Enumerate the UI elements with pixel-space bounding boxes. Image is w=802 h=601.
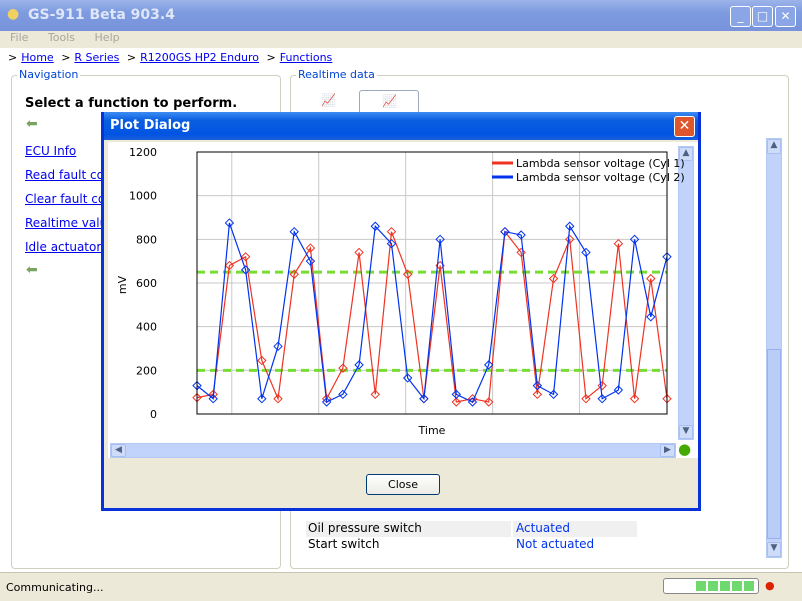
y-tick-label: 600 [136,277,157,290]
y-tick-label: 0 [150,408,157,421]
x-axis-label: Time [418,424,446,437]
lambda-chart: 0 200 400 600 800 1000 1200 Lambda sensor volta… [116,146,685,437]
y-tick-label: 800 [136,233,157,246]
legend-label: Lambda sensor voltage (Cyl 2) [516,171,685,184]
y-tick-label: 1000 [129,190,157,203]
y-tick-label: 400 [136,321,157,334]
y-tick-label: 200 [136,364,157,377]
y-axis-label: mV [116,275,129,294]
legend-label: Lambda sensor voltage (Cyl 1) [516,157,685,170]
y-tick-label: 1200 [129,146,157,159]
